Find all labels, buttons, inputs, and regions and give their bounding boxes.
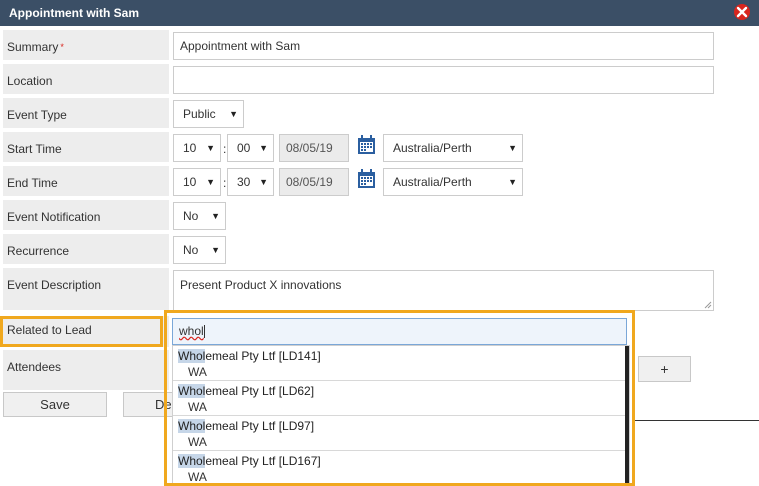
calendar-icon[interactable] <box>357 169 376 189</box>
recurrence-label: Recurrence <box>3 234 169 264</box>
start-timezone-select[interactable]: Australia/Perth ▼ <box>383 134 523 162</box>
end-timezone-select[interactable]: Australia/Perth ▼ <box>383 168 523 196</box>
chevron-down-icon: ▼ <box>259 177 268 187</box>
end-time-label: End Time <box>3 166 169 196</box>
start-time-label: Start Time <box>3 132 169 162</box>
summary-label: Summary * <box>3 30 169 60</box>
end-hour-select[interactable]: 10 ▼ <box>173 168 221 196</box>
highlight-box-label <box>0 316 163 347</box>
summary-input[interactable]: Appointment with Sam <box>173 32 714 60</box>
close-icon[interactable] <box>733 3 751 21</box>
chevron-down-icon: ▼ <box>508 177 517 187</box>
dialog-title: Appointment with Sam <box>9 6 139 20</box>
end-minute-select[interactable]: 30 ▼ <box>227 168 274 196</box>
chevron-down-icon: ▼ <box>211 245 220 255</box>
add-attendee-button[interactable]: + <box>638 356 691 382</box>
resize-handle-icon[interactable] <box>704 301 712 309</box>
location-input[interactable] <box>173 66 714 94</box>
chevron-down-icon: ▼ <box>229 109 238 119</box>
start-minute-select[interactable]: 00 ▼ <box>227 134 274 162</box>
calendar-icon[interactable] <box>357 135 376 155</box>
end-date-field[interactable]: 08/05/19 <box>279 168 349 196</box>
event-type-label: Event Type <box>3 98 169 128</box>
save-button[interactable]: Save <box>3 392 107 417</box>
chevron-down-icon: ▼ <box>206 143 215 153</box>
event-description-label: Event Description <box>3 268 169 310</box>
start-hour-select[interactable]: 10 ▼ <box>173 134 221 162</box>
chevron-down-icon: ▼ <box>508 143 517 153</box>
chevron-down-icon: ▼ <box>211 211 220 221</box>
event-notification-label: Event Notification <box>3 200 169 230</box>
location-label: Location <box>3 64 169 94</box>
required-marker: * <box>60 42 64 52</box>
attendees-label: Attendees <box>3 350 169 390</box>
event-notification-select[interactable]: No ▼ <box>173 202 226 230</box>
recurrence-select[interactable]: No ▼ <box>173 236 226 264</box>
divider <box>633 420 759 421</box>
start-date-field[interactable]: 08/05/19 <box>279 134 349 162</box>
time-separator: : <box>223 176 227 190</box>
chevron-down-icon: ▼ <box>259 143 268 153</box>
event-type-select[interactable]: Public ▼ <box>173 100 244 128</box>
dialog-titlebar: Appointment with Sam <box>0 0 759 26</box>
chevron-down-icon: ▼ <box>206 177 215 187</box>
event-description-textarea[interactable]: Present Product X innovations <box>173 270 714 311</box>
highlight-box-dropdown <box>164 310 635 486</box>
time-separator: : <box>223 142 227 156</box>
